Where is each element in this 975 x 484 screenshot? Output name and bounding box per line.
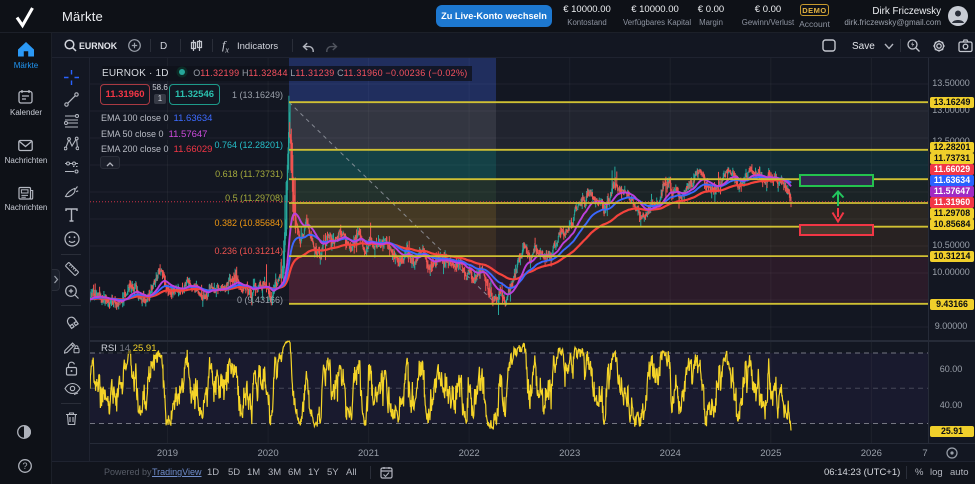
svg-text:?: ? [22,461,27,471]
